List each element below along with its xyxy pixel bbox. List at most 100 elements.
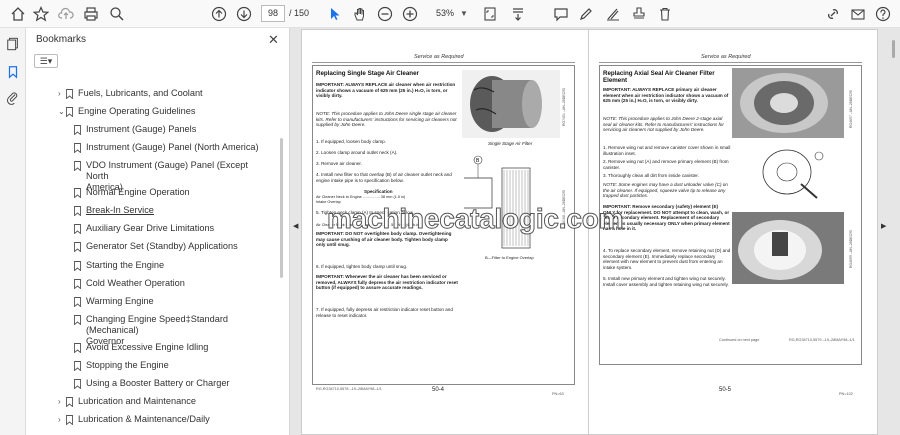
email-icon[interactable] bbox=[848, 4, 868, 24]
bookmark-flag-icon bbox=[74, 297, 81, 307]
figure-caption: Single Stage Air Filter bbox=[488, 141, 533, 146]
chevron-right-icon[interactable]: › bbox=[58, 414, 61, 425]
previous-page-arrow-icon[interactable]: ◀ bbox=[293, 222, 298, 230]
panel-title: Bookmarks bbox=[36, 34, 87, 45]
bookmark-item[interactable]: ⌄ Engine Operating Guidelines bbox=[58, 106, 264, 117]
bookmark-label: Avoid Excessive Engine Idling bbox=[86, 342, 209, 352]
bookmark-label: Using a Booster Battery or Charger bbox=[86, 378, 230, 388]
panel-scrollbar[interactable] bbox=[280, 138, 283, 278]
help-icon[interactable] bbox=[873, 4, 893, 24]
bookmark-item[interactable]: › Fuels, Lubricants, and Coolant bbox=[58, 88, 264, 99]
bookmark-options-button[interactable]: ☰▾ bbox=[34, 54, 58, 68]
page-header: Service as Required bbox=[701, 54, 751, 60]
bookmark-label: Stopping the Engine bbox=[86, 360, 169, 370]
figure-code: RG4697 –UN–28DEC95 bbox=[849, 90, 853, 129]
bookmark-item[interactable]: Generator Set (Standby) Applications bbox=[74, 241, 264, 252]
page-thumbnails-icon[interactable] bbox=[5, 36, 21, 52]
bookmark-label: Generator Set (Standby) Applications bbox=[86, 241, 238, 251]
zoom-in-icon[interactable] bbox=[400, 4, 420, 24]
search-icon[interactable] bbox=[107, 4, 127, 24]
bookmark-icon[interactable] bbox=[5, 64, 21, 80]
highlight-icon[interactable] bbox=[603, 4, 623, 24]
bookmark-item[interactable]: Warming Engine bbox=[74, 296, 264, 307]
document-page-right: Service as Required Replacing Axial Seal… bbox=[588, 29, 878, 435]
bookmark-item[interactable]: Using a Booster Battery or Charger bbox=[74, 378, 264, 389]
document-scrollbar[interactable] bbox=[892, 40, 895, 58]
list-options-icon: ☰▾ bbox=[39, 55, 53, 66]
bookmark-label: Fuels, Lubricants, and Coolant bbox=[78, 88, 203, 98]
page-number: 50-4 bbox=[432, 387, 445, 393]
print-icon[interactable] bbox=[81, 4, 101, 24]
fit-page-icon[interactable] bbox=[480, 4, 500, 24]
stamp-icon[interactable] bbox=[629, 4, 649, 24]
bookmark-label: Instrument (Gauge) Panel (North America) bbox=[86, 142, 259, 152]
trash-icon[interactable] bbox=[655, 4, 675, 24]
page-number-input[interactable]: 98 bbox=[261, 5, 285, 22]
bookmark-item[interactable]: › Lubrication & Maintenance/Daily bbox=[58, 414, 264, 425]
important-note: IMPORTANT: ALWAYS REPLACE air cleaner wh… bbox=[316, 82, 456, 99]
page-footer-pn: PN=102 bbox=[839, 392, 853, 396]
important-note: IMPORTANT: Whenever the air cleaner has … bbox=[316, 274, 458, 291]
bookmark-flag-icon bbox=[74, 161, 81, 171]
bookmark-item[interactable]: › Lubrication and Maintenance bbox=[58, 396, 264, 407]
home-icon[interactable] bbox=[8, 4, 28, 24]
bookmark-label: Lubrication and Maintenance bbox=[78, 396, 196, 406]
bookmark-item[interactable]: Normal Engine Operation bbox=[74, 187, 264, 198]
step-text: 1. If equipped, loosen body clamp. bbox=[316, 139, 386, 144]
bookmark-flag-icon bbox=[66, 415, 73, 425]
dust-valve-diagram bbox=[762, 149, 824, 199]
close-icon[interactable]: ✕ bbox=[268, 32, 279, 48]
page-header: Service as Required bbox=[414, 54, 464, 60]
bookmark-item[interactable]: Avoid Excessive Engine Idling bbox=[74, 342, 264, 353]
header-rule bbox=[312, 62, 575, 63]
star-icon[interactable] bbox=[31, 4, 51, 24]
bookmark-label: Lubrication & Maintenance/Daily bbox=[78, 414, 210, 424]
canister-photo bbox=[732, 68, 844, 138]
header-rule bbox=[599, 62, 862, 63]
scroll-mode-icon[interactable] bbox=[508, 4, 528, 24]
figure-caption: B—Filter to Engine Overlap bbox=[485, 255, 534, 260]
bookmark-item[interactable]: Cold Weather Operation bbox=[74, 278, 264, 289]
bookmarks-panel: Bookmarks ✕ ☰▾ › Fuels, Lubricants, and C… bbox=[26, 28, 290, 435]
step-text: 7. If equipped, fully depress air restri… bbox=[316, 307, 453, 318]
step-text: 3. Thoroughly clean all dirt from inside… bbox=[603, 173, 699, 178]
bookmark-flag-icon bbox=[74, 361, 81, 371]
cloud-upload-icon[interactable] bbox=[56, 4, 76, 24]
bookmark-item[interactable]: Break-In Service bbox=[74, 205, 264, 216]
bookmark-item[interactable]: Stopping the Engine bbox=[74, 360, 264, 371]
bookmark-flag-icon bbox=[74, 315, 81, 325]
note-text: NOTE: Some engines may have a dust unloa… bbox=[603, 182, 728, 199]
bookmark-flag-icon bbox=[74, 206, 81, 216]
section-title: Replacing Axial Seal Air Cleaner Filter … bbox=[603, 70, 715, 84]
chevron-right-icon[interactable]: › bbox=[58, 396, 61, 407]
zoom-out-icon[interactable] bbox=[375, 4, 395, 24]
bookmark-flag-icon bbox=[66, 107, 73, 117]
bookmark-item[interactable]: Instrument (Gauge) Panels bbox=[74, 124, 264, 135]
bookmark-item[interactable]: Starting the Engine bbox=[74, 260, 264, 271]
step-text: 1. Remove wing nut and remove canister c… bbox=[603, 145, 731, 156]
bookmark-flag-icon bbox=[74, 261, 81, 271]
step-text: 2. Remove wing nut (A) and remove primar… bbox=[603, 159, 729, 170]
bookmark-flag-icon bbox=[74, 224, 81, 234]
bookmark-label: Normal Engine Operation bbox=[86, 187, 190, 197]
important-note: IMPORTANT: ALWAYS REPLACE primary air cl… bbox=[603, 87, 729, 104]
chevron-down-icon[interactable]: ▼ bbox=[460, 5, 468, 22]
comment-icon[interactable] bbox=[551, 4, 571, 24]
figure-code: RG7401 –UN–28DEC95 bbox=[562, 88, 566, 127]
chevron-down-icon[interactable]: ⌄ bbox=[58, 106, 65, 117]
bookmark-label: Break-In Service bbox=[86, 205, 154, 215]
hand-tool-icon[interactable] bbox=[350, 4, 370, 24]
bookmark-item[interactable]: Instrument (Gauge) Panel (North America) bbox=[74, 142, 264, 153]
bookmark-item[interactable]: Auxiliary Gear Drive Limitations bbox=[74, 223, 264, 234]
link-edit-icon[interactable] bbox=[823, 4, 843, 24]
pen-icon[interactable] bbox=[576, 4, 596, 24]
filter-overlap-diagram: B bbox=[464, 155, 531, 249]
chevron-right-icon[interactable]: › bbox=[58, 88, 61, 99]
next-page-arrow-icon[interactable]: ▶ bbox=[881, 222, 886, 230]
step-text: 2. Loosen clamp around outlet neck (A). bbox=[316, 150, 398, 155]
step-text: 5. Install new primary element and tight… bbox=[603, 276, 729, 287]
next-page-icon[interactable] bbox=[234, 4, 254, 24]
select-cursor-icon[interactable] bbox=[325, 4, 345, 24]
attachment-icon[interactable] bbox=[5, 90, 21, 106]
previous-page-icon[interactable] bbox=[209, 4, 229, 24]
